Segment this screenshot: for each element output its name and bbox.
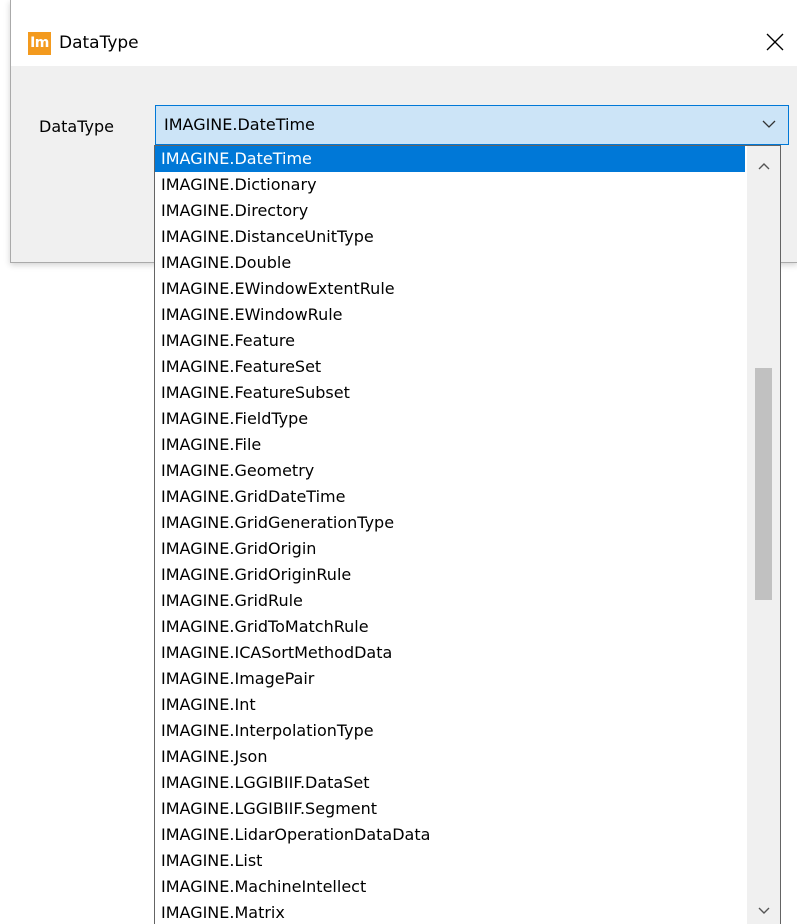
chevron-down-icon: [758, 907, 769, 914]
list-item[interactable]: IMAGINE.GridToMatchRule: [155, 614, 745, 640]
close-button[interactable]: [752, 22, 797, 62]
scroll-up-button[interactable]: [747, 156, 780, 176]
list-item[interactable]: IMAGINE.GridRule: [155, 588, 745, 614]
list-item[interactable]: IMAGINE.File: [155, 432, 745, 458]
window-title: DataType: [59, 33, 139, 53]
list-item[interactable]: IMAGINE.DistanceUnitType: [155, 224, 745, 250]
list-item[interactable]: IMAGINE.EWindowExtentRule: [155, 276, 745, 302]
list-item[interactable]: IMAGINE.LGGIBIIF.Segment: [155, 796, 745, 822]
chevron-down-icon[interactable]: [762, 119, 776, 129]
list-item[interactable]: IMAGINE.GridDateTime: [155, 484, 745, 510]
app-logo-icon: Im: [28, 32, 51, 55]
list-item[interactable]: IMAGINE.EWindowRule: [155, 302, 745, 328]
list-item[interactable]: IMAGINE.Json: [155, 744, 745, 770]
close-icon: [766, 33, 784, 51]
list-item[interactable]: IMAGINE.Geometry: [155, 458, 745, 484]
title-bar[interactable]: Im DataType: [11, 0, 797, 66]
datatype-combobox[interactable]: IMAGINE.DateTime: [155, 105, 789, 145]
list-item[interactable]: IMAGINE.MachineIntellect: [155, 874, 745, 900]
list-item[interactable]: IMAGINE.ImagePair: [155, 666, 745, 692]
list-item[interactable]: IMAGINE.LidarOperationDataData: [155, 822, 745, 848]
list-item[interactable]: IMAGINE.FieldType: [155, 406, 745, 432]
combobox-value: IMAGINE.DateTime: [164, 115, 315, 134]
list-item[interactable]: IMAGINE.FeatureSubset: [155, 380, 745, 406]
list-item[interactable]: IMAGINE.GridGenerationType: [155, 510, 745, 536]
list-item-selected[interactable]: IMAGINE.DateTime: [155, 146, 745, 172]
scroll-down-button[interactable]: [747, 901, 780, 921]
list-item[interactable]: IMAGINE.GridOrigin: [155, 536, 745, 562]
list-item[interactable]: IMAGINE.Matrix: [155, 900, 745, 924]
scrollbar-thumb[interactable]: [755, 368, 772, 600]
datatype-dropdown-list[interactable]: IMAGINE.DateTime IMAGINE.Dictionary IMAGIN…: [154, 145, 781, 924]
list-item[interactable]: IMAGINE.List: [155, 848, 745, 874]
list-item[interactable]: IMAGINE.ICASortMethodData: [155, 640, 745, 666]
dropdown-items: IMAGINE.DateTime IMAGINE.Dictionary IMAGIN…: [155, 146, 745, 924]
list-item[interactable]: IMAGINE.Dictionary: [155, 172, 745, 198]
list-item[interactable]: IMAGINE.Int: [155, 692, 745, 718]
vertical-scrollbar[interactable]: [747, 146, 780, 924]
list-item[interactable]: IMAGINE.GridOriginRule: [155, 562, 745, 588]
datatype-label: DataType: [39, 117, 114, 136]
list-item[interactable]: IMAGINE.InterpolationType: [155, 718, 745, 744]
list-item[interactable]: IMAGINE.LGGIBIIF.DataSet: [155, 770, 745, 796]
list-item[interactable]: IMAGINE.Directory: [155, 198, 745, 224]
list-item[interactable]: IMAGINE.Feature: [155, 328, 745, 354]
chevron-up-icon: [758, 163, 769, 170]
list-item[interactable]: IMAGINE.Double: [155, 250, 745, 276]
list-item[interactable]: IMAGINE.FeatureSet: [155, 354, 745, 380]
